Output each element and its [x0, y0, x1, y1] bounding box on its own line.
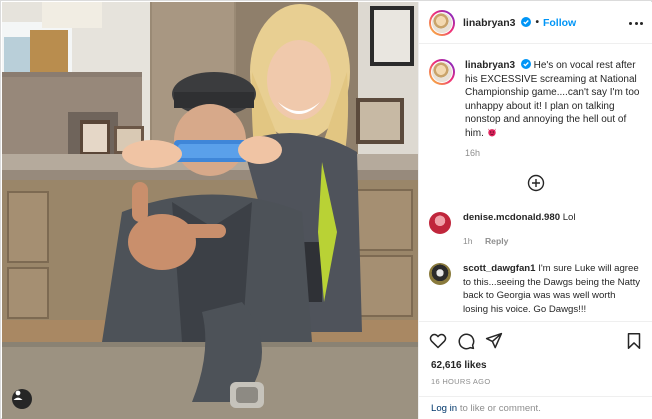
comment-body: denise.mcdonald.980 Lol 1h Reply — [463, 211, 576, 248]
post-photo[interactable] — [2, 2, 418, 419]
post-header: linabryan3 • Follow — [419, 2, 652, 44]
caption-timestamp: 16h — [465, 148, 481, 158]
author-username[interactable]: linabryan3 — [463, 16, 532, 29]
comment-meta: 1h Reply — [463, 235, 576, 249]
instagram-post-embed: linabryan3 • Follow linabryan3 He's on v… — [0, 0, 652, 419]
post-side-panel: linabryan3 • Follow linabryan3 He's on v… — [418, 2, 652, 419]
more-options-icon[interactable] — [629, 16, 643, 30]
caption-body: linabryan3 He's on vocal rest after his … — [465, 59, 643, 141]
login-link[interactable]: Log in — [431, 403, 457, 414]
commenter-username[interactable]: scott_dawgfan1 — [463, 263, 536, 274]
tagged-user-button[interactable] — [12, 389, 32, 409]
tagged-user-icon — [13, 390, 23, 400]
photo-illustration — [2, 2, 418, 419]
comment-icon[interactable] — [457, 332, 475, 350]
share-icon[interactable] — [485, 332, 503, 350]
caption-username[interactable]: linabryan3 — [465, 60, 515, 71]
comment-item: denise.mcdonald.980 Lol 1h Reply — [429, 211, 643, 248]
header-separator: • — [535, 17, 539, 28]
comment-item: scott_dawgfan1 I'm sure Luke will agree … — [429, 262, 643, 316]
comment-time: 1h — [463, 235, 473, 246]
author-username-text[interactable]: linabryan3 — [463, 17, 516, 29]
verified-badge-icon — [521, 16, 532, 27]
commenter-username[interactable]: denise.mcdonald.980 — [463, 212, 560, 223]
post-date[interactable]: 16 HOURS AGO — [431, 377, 490, 386]
caption-avatar[interactable] — [429, 59, 455, 85]
bookmark-icon[interactable] — [625, 332, 643, 350]
comment-body: scott_dawgfan1 I'm sure Luke will agree … — [463, 262, 643, 316]
login-prompt: Log in to like or comment. — [419, 396, 652, 419]
reply-button[interactable]: Reply — [485, 236, 508, 246]
heart-icon[interactable] — [429, 332, 447, 350]
login-prompt-text: to like or comment. — [459, 403, 541, 414]
author-avatar[interactable] — [429, 9, 455, 36]
commenter-avatar[interactable] — [429, 212, 451, 234]
smiling-devil-icon — [487, 128, 496, 137]
commenter-avatar[interactable] — [429, 263, 451, 285]
caption-verified-badge-icon — [520, 59, 531, 69]
post-caption: linabryan3 He's on vocal rest after his … — [429, 59, 643, 141]
load-more-comments-icon[interactable] — [527, 174, 545, 192]
action-bar — [419, 321, 652, 361]
like-count[interactable]: 62,616 likes — [431, 360, 487, 371]
follow-button[interactable]: Follow — [543, 17, 576, 29]
comment-text: Lol — [562, 212, 576, 223]
